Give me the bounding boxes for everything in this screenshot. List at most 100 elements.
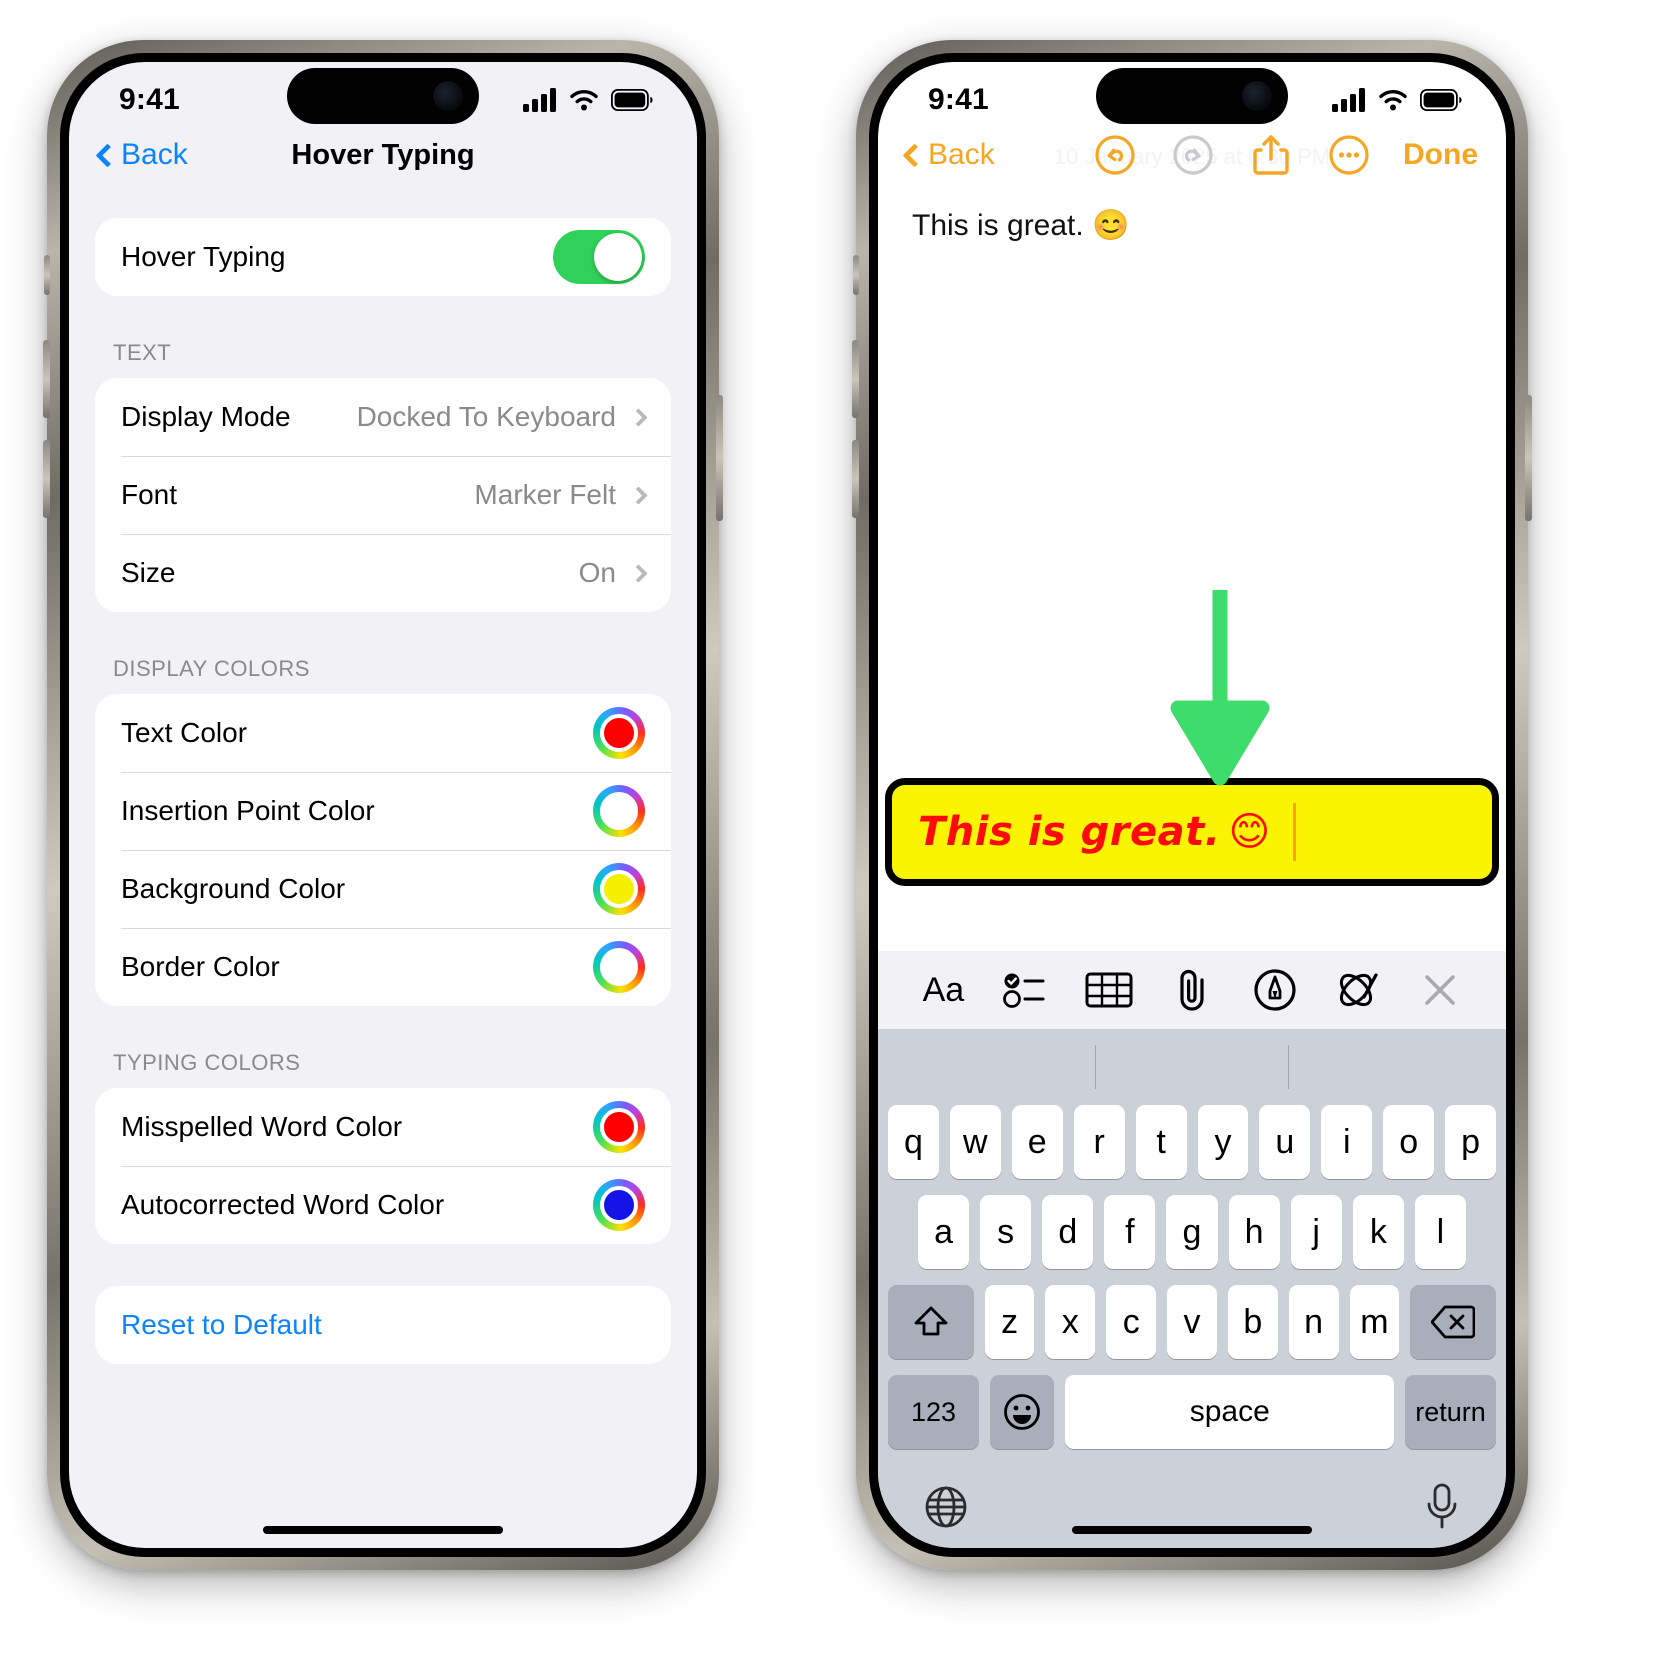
row-insertion-point-color[interactable]: Insertion Point Color [95, 772, 671, 850]
key-x[interactable]: x [1045, 1285, 1096, 1359]
key-j[interactable]: j [1290, 1195, 1342, 1269]
key-s[interactable]: s [980, 1195, 1032, 1269]
settings-list: Hover Typing TEXT Display Mode Docked To… [69, 186, 697, 1364]
group-display-colors: Text Color Insertion Point Color Backgro… [95, 694, 671, 1006]
paperclip-icon[interactable] [1164, 962, 1220, 1018]
row-value: Docked To Keyboard [356, 401, 616, 432]
backspace-icon[interactable] [1410, 1285, 1497, 1359]
volume-up-button[interactable] [43, 340, 50, 418]
silent-switch[interactable] [853, 255, 859, 295]
row-display-mode[interactable]: Display Mode Docked To Keyboard [95, 378, 671, 456]
hover-typing-text: This is great. 😊 [918, 809, 1271, 855]
key-b[interactable]: b [1227, 1285, 1278, 1359]
numbers-key[interactable]: 123 [888, 1375, 979, 1449]
key-p[interactable]: p [1445, 1105, 1497, 1179]
key-e[interactable]: e [1011, 1105, 1063, 1179]
key-c[interactable]: c [1106, 1285, 1157, 1359]
undo-icon[interactable] [1093, 133, 1137, 177]
color-well-icon[interactable] [593, 1101, 645, 1153]
row-value: On [578, 557, 616, 588]
return-key[interactable]: return [1405, 1375, 1496, 1449]
color-well-icon[interactable] [593, 941, 645, 993]
power-button[interactable] [1525, 395, 1532, 521]
key-f[interactable]: f [1104, 1195, 1156, 1269]
row-label: Size [121, 557, 176, 588]
color-well-icon[interactable] [593, 863, 645, 915]
keyboard-row-2: a s d f g h j k l [888, 1195, 1496, 1269]
close-icon[interactable] [1412, 962, 1468, 1018]
key-k[interactable]: k [1352, 1195, 1404, 1269]
emoji-smiley-icon[interactable] [989, 1375, 1055, 1449]
key-v[interactable]: v [1167, 1285, 1217, 1359]
key-r[interactable]: r [1073, 1105, 1125, 1179]
key-m[interactable]: m [1349, 1285, 1400, 1359]
table-icon[interactable] [1081, 962, 1137, 1018]
key-u[interactable]: u [1259, 1105, 1311, 1179]
home-indicator[interactable] [1072, 1526, 1312, 1534]
key-g[interactable]: g [1166, 1195, 1218, 1269]
note-text-body[interactable]: This is great. 😊 [878, 186, 1506, 243]
silent-switch[interactable] [44, 255, 50, 295]
row-background-color[interactable]: Background Color [95, 850, 671, 928]
share-icon[interactable] [1249, 133, 1293, 177]
power-button[interactable] [716, 395, 723, 521]
scribble-icon[interactable] [1330, 962, 1386, 1018]
row-label: Text Color [121, 717, 248, 748]
key-t[interactable]: t [1135, 1105, 1187, 1179]
status-indicators [523, 88, 653, 112]
volume-down-button[interactable] [852, 440, 859, 518]
row-label: Font [121, 479, 178, 510]
key-n[interactable]: n [1288, 1285, 1339, 1359]
key-y[interactable]: y [1197, 1105, 1249, 1179]
switch-knob [594, 233, 642, 281]
key-w[interactable]: w [949, 1105, 1001, 1179]
row-value: Marker Felt [474, 479, 616, 510]
group-master-toggle: Hover Typing [95, 218, 671, 296]
back-button[interactable]: Back [902, 138, 995, 172]
shift-icon[interactable] [887, 1285, 974, 1359]
row-text-color[interactable]: Text Color [95, 694, 671, 772]
volume-down-button[interactable] [43, 440, 50, 518]
row-autocorrected-word-color[interactable]: Autocorrected Word Color [95, 1166, 671, 1244]
on-screen-keyboard: Aa q w e r t y u i o p a s d f g h j k l… [878, 951, 1506, 1548]
row-size[interactable]: Size On [95, 534, 671, 612]
globe-icon[interactable] [922, 1483, 970, 1536]
cellular-signal-icon [1332, 88, 1365, 112]
row-border-color[interactable]: Border Color [95, 928, 671, 1006]
back-button[interactable]: Back [95, 138, 188, 172]
color-swatch [600, 1186, 638, 1224]
hover-typing-bar[interactable]: This is great. 😊 [885, 778, 1499, 886]
front-camera-icon [1242, 81, 1272, 111]
key-h[interactable]: h [1228, 1195, 1280, 1269]
notes-editor-screen: 9:41 10 January 2025 at 6:30 PM Back Don… [878, 62, 1506, 1548]
color-well-icon[interactable] [593, 785, 645, 837]
row-font[interactable]: Font Marker Felt [95, 456, 671, 534]
more-ellipsis-icon[interactable] [1327, 133, 1371, 177]
color-well-icon[interactable] [593, 707, 645, 759]
checklist-icon[interactable] [998, 962, 1054, 1018]
key-i[interactable]: i [1321, 1105, 1373, 1179]
home-indicator[interactable] [263, 1526, 503, 1534]
dynamic-island [287, 68, 479, 124]
microphone-icon[interactable] [1422, 1482, 1462, 1537]
key-l[interactable]: l [1414, 1195, 1466, 1269]
key-o[interactable]: o [1383, 1105, 1435, 1179]
key-z[interactable]: z [984, 1285, 1035, 1359]
hover-typing-switch[interactable] [553, 230, 645, 284]
color-well-icon[interactable] [593, 1179, 645, 1231]
key-q[interactable]: q [887, 1105, 939, 1179]
front-camera-icon [433, 81, 463, 111]
color-swatch [600, 714, 638, 752]
key-d[interactable]: d [1042, 1195, 1094, 1269]
format-aa-icon[interactable]: Aa [915, 962, 971, 1018]
color-swatch [600, 870, 638, 908]
row-label: Border Color [121, 951, 280, 982]
done-button[interactable]: Done [1403, 138, 1478, 172]
markup-pen-icon[interactable] [1247, 962, 1303, 1018]
row-hover-typing-toggle[interactable]: Hover Typing [95, 218, 671, 296]
row-misspelled-word-color[interactable]: Misspelled Word Color [95, 1088, 671, 1166]
key-a[interactable]: a [918, 1195, 970, 1269]
volume-up-button[interactable] [852, 340, 859, 418]
space-key[interactable]: space [1065, 1375, 1395, 1449]
reset-to-default-button[interactable]: Reset to Default [95, 1286, 671, 1364]
